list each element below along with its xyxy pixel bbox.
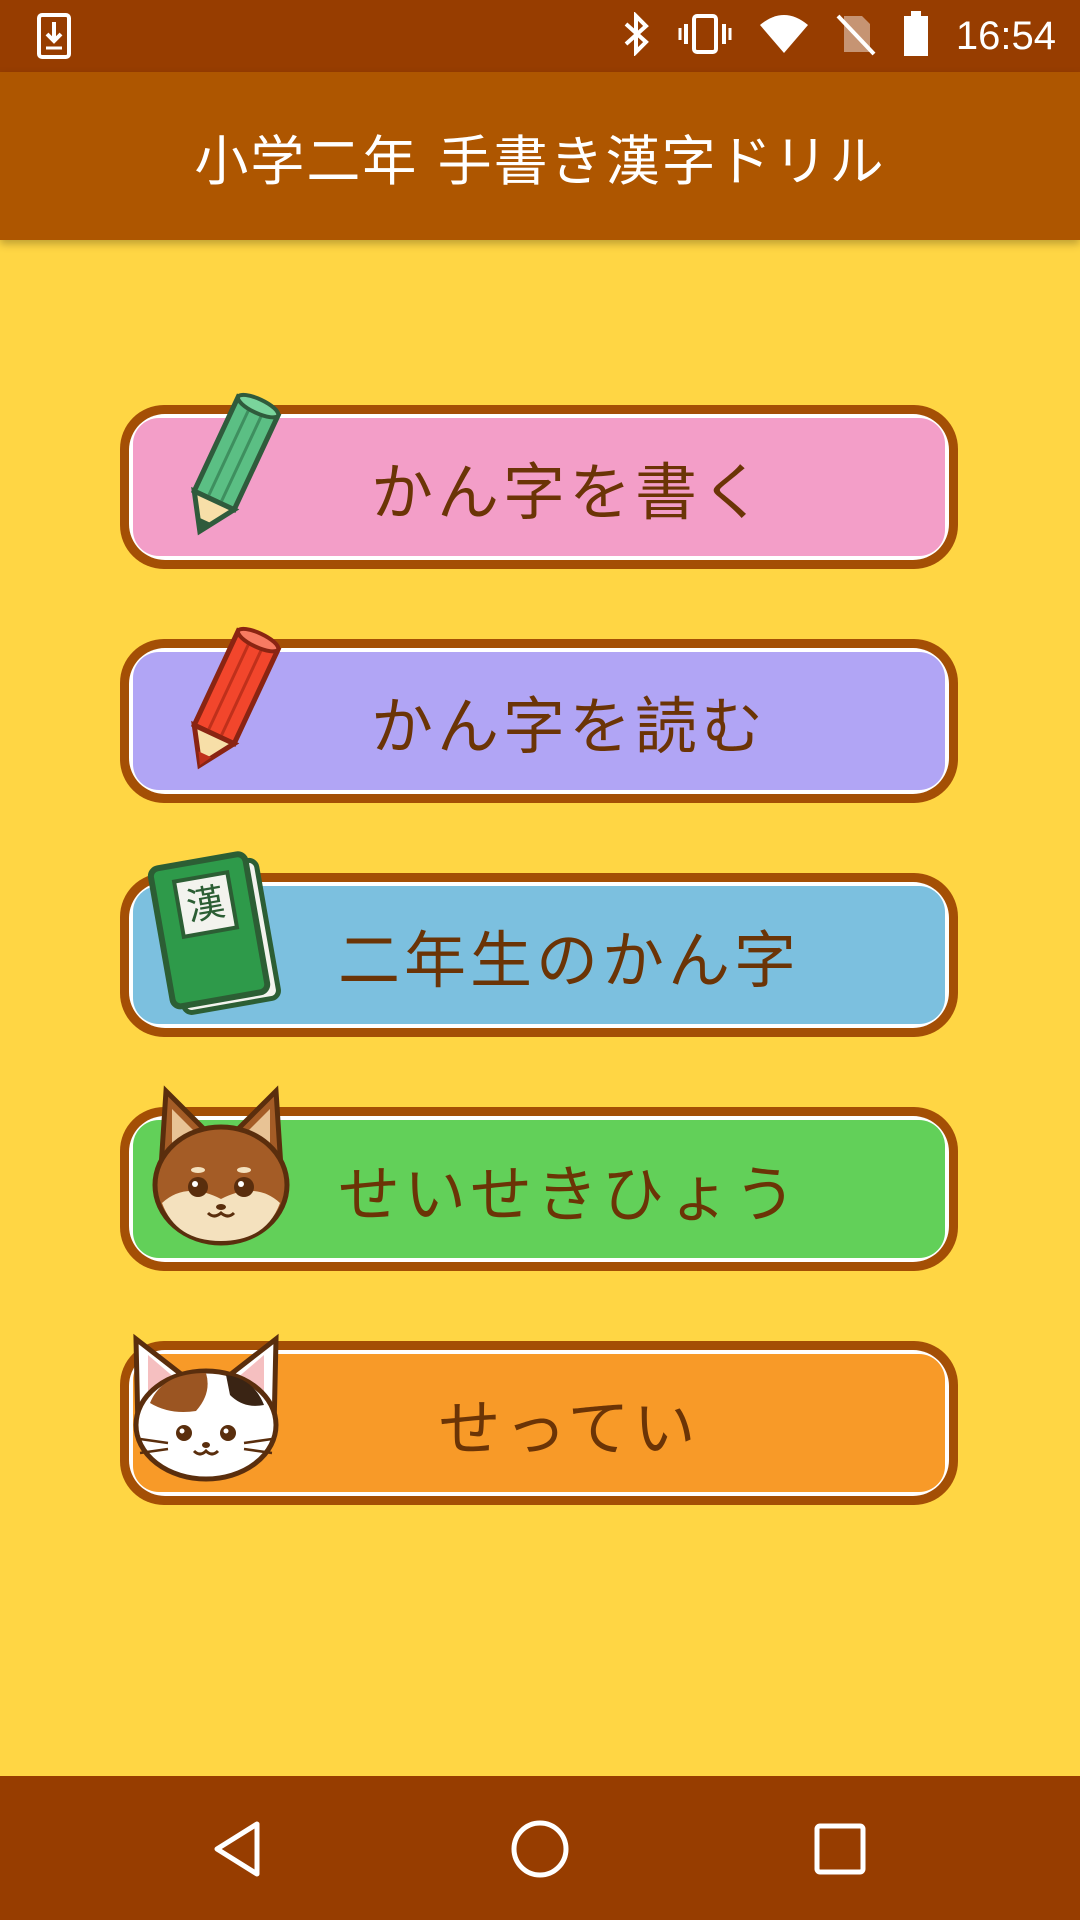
vibrate-icon	[678, 12, 732, 60]
battery-icon	[902, 11, 930, 61]
navigation-bar	[0, 1776, 1080, 1920]
home-icon[interactable]	[505, 1814, 575, 1884]
status-bar: 16:54	[0, 0, 1080, 72]
shiba-dog-icon	[146, 1077, 296, 1251]
back-icon[interactable]	[205, 1814, 275, 1884]
status-time: 16:54	[955, 13, 1056, 58]
no-sim-icon	[836, 12, 876, 60]
app-bar: 小学二年 手書き漢字ドリル	[0, 72, 1080, 240]
report-card-button[interactable]: せいせきひょう	[120, 1085, 958, 1271]
report-card-label: せいせきひょう	[337, 1158, 800, 1231]
app-title: 小学二年 手書き漢字ドリル	[194, 129, 886, 193]
write-kanji-button[interactable]: かん字を書く	[120, 392, 958, 569]
grade-two-kanji-label: 二年生のかん字	[337, 924, 800, 997]
kanji-book-icon: 漢	[142, 845, 292, 1029]
settings-button[interactable]: せってい	[120, 1333, 958, 1505]
read-kanji-button[interactable]: かん字を読む	[120, 626, 958, 803]
grade-two-kanji-button[interactable]: 二年生のかん字 漢	[120, 851, 958, 1037]
read-kanji-label: かん字を読む	[370, 690, 767, 763]
wifi-icon	[758, 13, 810, 59]
calico-cat-icon	[126, 1333, 286, 1487]
download-notification-icon	[36, 12, 72, 64]
settings-label: せってい	[438, 1392, 700, 1465]
bluetooth-icon	[622, 11, 652, 60]
recents-icon[interactable]	[805, 1814, 875, 1884]
kanji-book-label: 漢	[183, 880, 228, 930]
write-kanji-label: かん字を書く	[370, 456, 767, 529]
red-pencil-icon	[168, 625, 288, 779]
green-pencil-icon	[168, 391, 288, 545]
